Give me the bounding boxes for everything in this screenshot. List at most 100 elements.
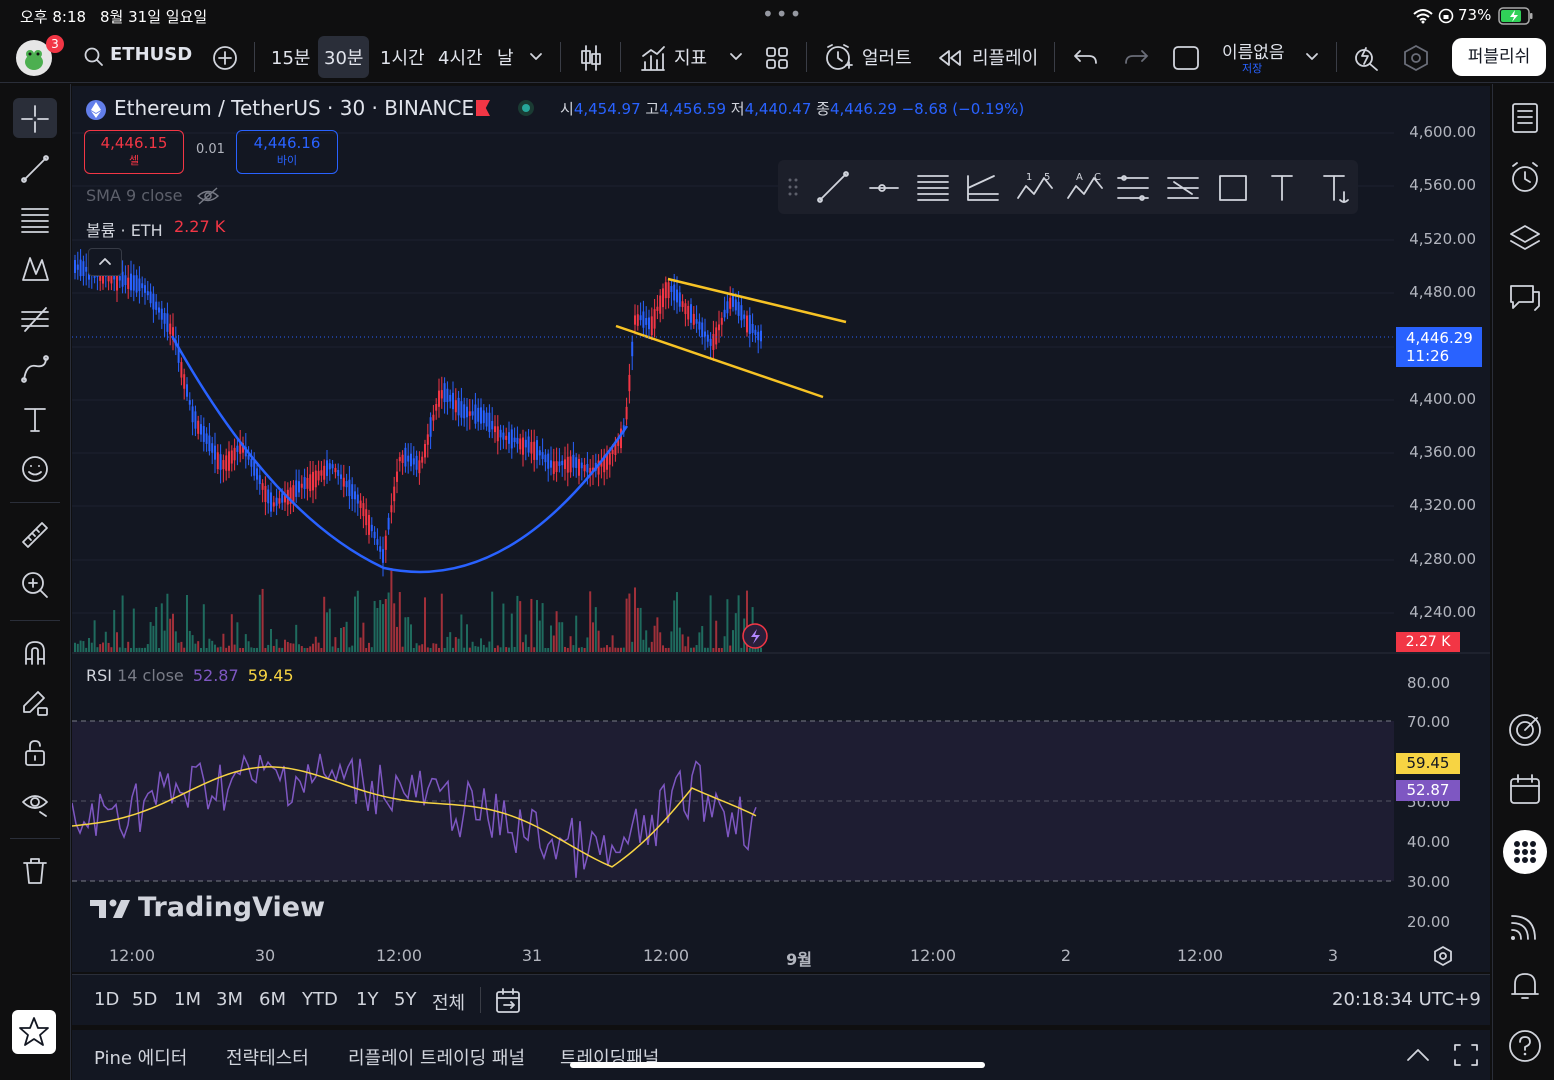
undo-icon[interactable]: [1072, 46, 1100, 70]
range-1y[interactable]: 1Y: [356, 989, 378, 1010]
interval-4h[interactable]: 4시간: [438, 44, 483, 70]
layout-chevron-down-icon[interactable]: [1304, 50, 1320, 64]
symbol-title[interactable]: Ethereum / TetherUS · 30 · BINANCE: [114, 96, 474, 120]
interval-15m[interactable]: 15분: [271, 44, 310, 70]
lock-drawings-tool[interactable]: [13, 732, 57, 772]
sell-button[interactable]: 4,446.15 셀: [84, 130, 184, 174]
apps-menu-button[interactable]: [1503, 830, 1547, 874]
tab-replay-trading-panel[interactable]: 리플레이 트레이딩 패널: [348, 1044, 525, 1070]
indicators-chevron-down-icon[interactable]: [728, 50, 744, 64]
parallel-channel-icon[interactable]: [917, 175, 949, 201]
range-1d[interactable]: 1D: [94, 989, 119, 1010]
interval-30m[interactable]: 30분: [318, 36, 370, 78]
candle-body: [659, 295, 662, 314]
calendar-button[interactable]: [1507, 772, 1543, 808]
goto-date-calendar-icon[interactable]: [494, 987, 522, 1015]
help-button[interactable]: [1507, 1028, 1543, 1064]
volume-bar: [222, 633, 225, 652]
candle-body: [351, 484, 354, 499]
tab-pine-editor[interactable]: Pine 에디터: [94, 1044, 187, 1070]
hide-drawings-tool[interactable]: [13, 782, 57, 822]
notifications-button[interactable]: [1507, 968, 1543, 1004]
anchored-text-icon[interactable]: [1323, 175, 1349, 203]
range-ytd[interactable]: YTD: [302, 989, 338, 1010]
trendline-tool[interactable]: [13, 148, 57, 188]
zoom-tool[interactable]: [13, 564, 57, 604]
alert-button[interactable]: 얼러트: [862, 44, 912, 70]
sma-legend[interactable]: SMA 9 close: [86, 186, 182, 205]
interval-1h[interactable]: 1시간: [380, 44, 425, 70]
candles-chart-type-icon[interactable]: [578, 44, 604, 72]
replay-rewind-icon[interactable]: [936, 47, 964, 69]
indicators-button[interactable]: 지표: [674, 44, 707, 70]
rsi-legend[interactable]: RSI 14 close 52.87 59.45: [86, 666, 294, 685]
alert-clock-icon[interactable]: [824, 43, 854, 73]
magnet-tool[interactable]: [13, 632, 57, 672]
ruler-tool[interactable]: [13, 514, 57, 554]
replay-button[interactable]: 리플레이: [972, 44, 1038, 70]
crosshair-tool[interactable]: [13, 98, 57, 138]
hotlists-button[interactable]: [1507, 712, 1543, 748]
layouts-grid-icon[interactable]: [764, 45, 790, 71]
collapse-legend-button[interactable]: [88, 248, 122, 276]
eye-hidden-icon[interactable]: [196, 186, 220, 206]
layout-save-status[interactable]: 저장: [1242, 60, 1262, 76]
fib-tool[interactable]: [13, 198, 57, 238]
brush-tool[interactable]: [13, 348, 57, 388]
range-all[interactable]: 전체: [432, 989, 465, 1015]
tab-strategy-tester[interactable]: 전략테스터: [226, 1044, 309, 1070]
expand-panel-chevron-up-icon[interactable]: [1404, 1044, 1432, 1066]
stay-in-drawing-tool[interactable]: [13, 682, 57, 722]
chats-button[interactable]: [1507, 280, 1543, 316]
interval-day[interactable]: 날: [497, 44, 514, 70]
range-5y[interactable]: 5Y: [394, 989, 416, 1010]
indicators-icon[interactable]: [640, 44, 666, 72]
home-indicator[interactable]: [570, 1062, 985, 1068]
compare-symbol-icon[interactable]: [212, 45, 238, 71]
range-icon[interactable]: [1117, 175, 1149, 201]
interval-chevron-down-icon[interactable]: [528, 50, 544, 64]
remove-drawings-tool[interactable]: [13, 850, 57, 890]
settings-hexagon-icon[interactable]: [1402, 44, 1430, 72]
timezone-clock[interactable]: 20:18:34 UTC+9: [1332, 989, 1481, 1010]
favorites-button[interactable]: [12, 1010, 56, 1054]
drag-handle-icon[interactable]: [788, 178, 798, 196]
horizontal-ray-icon[interactable]: [869, 184, 899, 192]
range-5d[interactable]: 5D: [132, 989, 157, 1010]
fullscreen-square-icon[interactable]: [1172, 45, 1200, 71]
symbol-search[interactable]: ETHUSD: [110, 44, 192, 65]
volume-legend[interactable]: 볼륨 · ETH: [86, 217, 163, 241]
trendline-icon[interactable]: [817, 171, 849, 203]
forecast-tool[interactable]: [13, 298, 57, 338]
axis-settings-gear-icon[interactable]: [1432, 945, 1454, 967]
volume-bar: [219, 646, 222, 652]
price-range-icon[interactable]: [1167, 177, 1199, 199]
streams-button[interactable]: [1507, 908, 1543, 944]
publish-button[interactable]: 퍼블리쉬: [1452, 38, 1546, 76]
emoji-tool[interactable]: [13, 448, 57, 488]
object-tree-button[interactable]: [1507, 220, 1543, 256]
multitask-dots-icon[interactable]: •••: [762, 2, 803, 26]
range-6m[interactable]: 6M: [259, 989, 286, 1010]
volume-bar: [706, 647, 709, 652]
volume-bar: [656, 617, 659, 652]
rectangle-icon[interactable]: [1219, 175, 1247, 201]
text-tool[interactable]: [13, 398, 57, 438]
search-icon[interactable]: [84, 47, 104, 67]
buy-button[interactable]: 4,446.16 바이: [236, 130, 338, 174]
watchlist-button[interactable]: [1507, 100, 1543, 136]
pattern-tool[interactable]: [13, 248, 57, 288]
fib-fan-icon[interactable]: [967, 175, 999, 201]
chart-pane[interactable]: Ethereum / TetherUS · 30 · BINANCE 시4,45…: [72, 86, 1490, 972]
candle-body: [144, 285, 146, 293]
toolbar-divider: [254, 42, 255, 72]
text-icon[interactable]: [1271, 175, 1293, 201]
quick-search-icon[interactable]: [1352, 44, 1380, 72]
candle-body: [583, 464, 586, 472]
alerts-button[interactable]: [1507, 160, 1543, 196]
range-1m[interactable]: 1M: [174, 989, 201, 1010]
redo-icon[interactable]: [1122, 46, 1150, 70]
chart-canvas[interactable]: [72, 86, 1490, 972]
range-3m[interactable]: 3M: [216, 989, 243, 1010]
maximize-panel-icon[interactable]: [1452, 1042, 1480, 1068]
